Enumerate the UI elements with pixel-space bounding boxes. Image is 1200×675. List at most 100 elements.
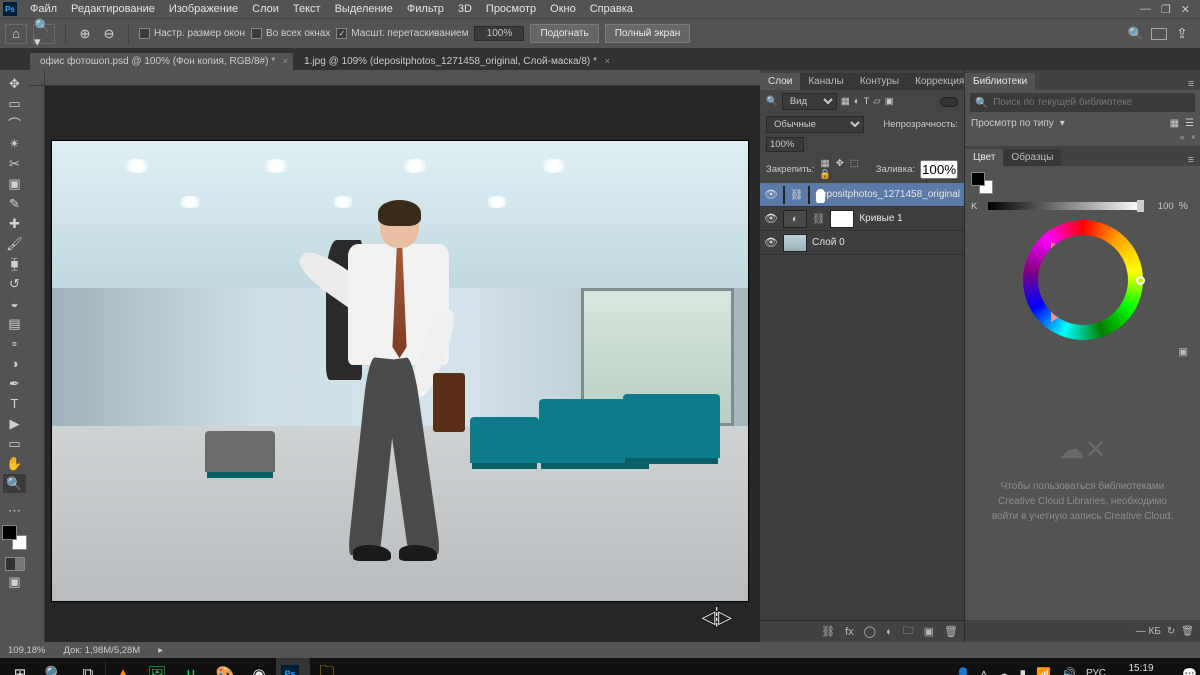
color-slider[interactable] xyxy=(988,202,1141,210)
home-icon[interactable]: ⌂ xyxy=(5,24,27,44)
tray-language[interactable]: РУС xyxy=(1086,668,1106,675)
layer-thumbnail[interactable] xyxy=(783,234,807,252)
menu-select[interactable]: Выделение xyxy=(328,0,400,18)
move-tool[interactable]: ✥ xyxy=(3,74,26,93)
type-tool[interactable]: T xyxy=(3,394,26,413)
search-icon[interactable]: 🔍 xyxy=(1127,25,1145,43)
window-minimize-icon[interactable]: — xyxy=(1140,3,1151,16)
link-icon[interactable]: ⛓ xyxy=(812,212,825,225)
check-resize-windows[interactable]: Настр. размер окон xyxy=(139,28,245,39)
crop-tool[interactable]: ✂ xyxy=(3,154,26,173)
close-icon[interactable]: × xyxy=(283,56,288,66)
layer-row[interactable]: 👁 ◐ ⛓ Кривые 1 xyxy=(760,207,964,231)
taskbar-app-chrome[interactable]: ◉ xyxy=(242,658,276,675)
lasso-tool[interactable]: ⌒ xyxy=(3,114,26,133)
taskbar-app-image[interactable]: 🖼 xyxy=(140,658,174,675)
eraser-tool[interactable]: ◒ xyxy=(3,294,26,313)
menu-help[interactable]: Справка xyxy=(583,0,640,18)
lock-artboard-icon[interactable]: ⬚ xyxy=(848,158,860,169)
lock-pixels-icon[interactable]: ▦ xyxy=(819,158,831,169)
opacity-input[interactable] xyxy=(766,137,804,152)
stamp-tool[interactable]: ⧯ xyxy=(3,254,26,273)
menu-3d[interactable]: 3D xyxy=(451,0,479,18)
screen-mode-icon[interactable]: ▣ xyxy=(3,572,26,591)
visibility-icon[interactable]: 👁 xyxy=(764,212,778,225)
tool-preset-icon[interactable]: 🔍▾ xyxy=(33,24,55,44)
panel-close-icon[interactable]: × xyxy=(1191,132,1196,146)
fit-button[interactable]: Подогнать xyxy=(530,24,598,43)
layer-mask-thumbnail[interactable] xyxy=(808,186,810,204)
taskbar-search-icon[interactable]: 🔍 xyxy=(37,658,71,675)
visibility-icon[interactable]: 👁 xyxy=(764,188,778,201)
taskbar-app-vlc[interactable]: ▲ xyxy=(106,658,140,675)
sync-icon[interactable]: ↻ xyxy=(1167,626,1175,637)
fullscreen-button[interactable]: Полный экран xyxy=(605,24,691,43)
library-view-label[interactable]: Просмотр по типу xyxy=(971,118,1054,129)
menu-window[interactable]: Окно xyxy=(543,0,583,18)
tab-adjust[interactable]: Коррекция xyxy=(907,73,972,90)
search-icon[interactable]: 🔍 xyxy=(766,96,778,107)
layer-name[interactable]: Слой 0 xyxy=(812,237,845,248)
tray-notifications-icon[interactable]: 💬 xyxy=(1182,667,1197,675)
list-view-icon[interactable]: ☰ xyxy=(1185,118,1194,129)
taskbar-app-utorrent[interactable]: μ xyxy=(174,658,208,675)
eyedropper-tool[interactable]: ✎ xyxy=(3,194,26,213)
start-button[interactable]: ⊞ xyxy=(3,658,37,675)
share-icon[interactable]: ⇪ xyxy=(1173,25,1191,43)
panel-collapse-icon[interactable]: « xyxy=(1180,132,1185,146)
menu-image[interactable]: Изображение xyxy=(162,0,245,18)
add-mask-icon[interactable]: ◯ xyxy=(864,625,876,638)
fill-input[interactable] xyxy=(920,160,958,179)
window-maximize-icon[interactable]: ❐ xyxy=(1161,3,1171,16)
zoom-value[interactable]: 100% xyxy=(474,26,524,41)
filter-smart-icon[interactable]: ▣ xyxy=(885,96,894,107)
tray-cloud-icon[interactable]: ☁ xyxy=(997,667,1009,675)
gradient-tool[interactable]: ▤ xyxy=(3,314,26,333)
layer-fx-icon[interactable]: fx xyxy=(845,626,854,638)
tab-color[interactable]: Цвет xyxy=(965,149,1003,166)
ruler-vertical[interactable] xyxy=(29,86,45,642)
tab-layers[interactable]: Слои xyxy=(760,73,800,90)
panel-menu-icon[interactable]: ≡ xyxy=(1182,78,1200,90)
panel-menu-icon[interactable]: ≡ xyxy=(1182,154,1200,166)
menu-text[interactable]: Текст xyxy=(286,0,328,18)
layer-thumbnail[interactable] xyxy=(783,186,785,204)
hand-tool[interactable]: ✋ xyxy=(3,454,26,473)
lock-all-icon[interactable]: 🔒 xyxy=(819,169,831,180)
adjustment-icon[interactable]: ◐ xyxy=(783,210,807,228)
heal-tool[interactable]: ✚ xyxy=(3,214,26,233)
ruler-horizontal[interactable] xyxy=(45,70,760,86)
delete-layer-icon[interactable]: 🗑 xyxy=(944,625,958,638)
link-layers-icon[interactable]: ⛓ xyxy=(821,625,835,638)
blend-mode-select[interactable]: Обычные xyxy=(766,116,864,133)
doc-tab-0[interactable]: офис фотошоп.psd @ 100% (Фон копия, RGB/… xyxy=(30,53,293,70)
shape-tool[interactable]: ▭ xyxy=(3,434,26,453)
status-docsize[interactable]: Док: 1,98M/5,28M xyxy=(64,645,141,656)
taskbar-app-paint[interactable]: 🎨 xyxy=(208,658,242,675)
menu-file[interactable]: Файл xyxy=(23,0,64,18)
menu-layers[interactable]: Слои xyxy=(245,0,286,18)
tab-channels[interactable]: Каналы xyxy=(800,73,852,90)
new-layer-icon[interactable]: ▣ xyxy=(924,625,934,638)
zoom-in-icon[interactable]: ⊕ xyxy=(76,25,94,43)
quick-select-tool[interactable]: ✴ xyxy=(3,134,26,153)
tray-people-icon[interactable]: 👤 xyxy=(955,667,970,675)
doc-tab-1[interactable]: 1.jpg @ 109% (depositphotos_1271458_orig… xyxy=(294,53,615,70)
layer-name[interactable]: Кривые 1 xyxy=(859,213,902,224)
menu-filter[interactable]: Фильтр xyxy=(400,0,451,18)
foreground-background-colors[interactable] xyxy=(2,525,27,550)
library-search-input[interactable] xyxy=(993,97,1190,108)
menu-view[interactable]: Просмотр xyxy=(479,0,543,18)
tab-swatches[interactable]: Образцы xyxy=(1003,149,1061,166)
workspace-switcher-icon[interactable] xyxy=(1151,28,1167,40)
color-swatches[interactable] xyxy=(971,172,993,194)
filter-shape-icon[interactable]: ▱ xyxy=(873,96,880,107)
lock-position-icon[interactable]: ✥ xyxy=(834,158,846,169)
library-search[interactable]: 🔍 xyxy=(970,93,1195,112)
layer-mask-thumbnail[interactable] xyxy=(830,210,854,228)
link-icon[interactable]: ⛓ xyxy=(790,188,803,201)
dodge-tool[interactable]: ◑ xyxy=(3,354,26,373)
status-zoom[interactable]: 109,18% xyxy=(8,645,46,656)
color-wheel[interactable] xyxy=(1023,220,1143,340)
brush-tool[interactable]: 🖌 xyxy=(3,234,26,253)
